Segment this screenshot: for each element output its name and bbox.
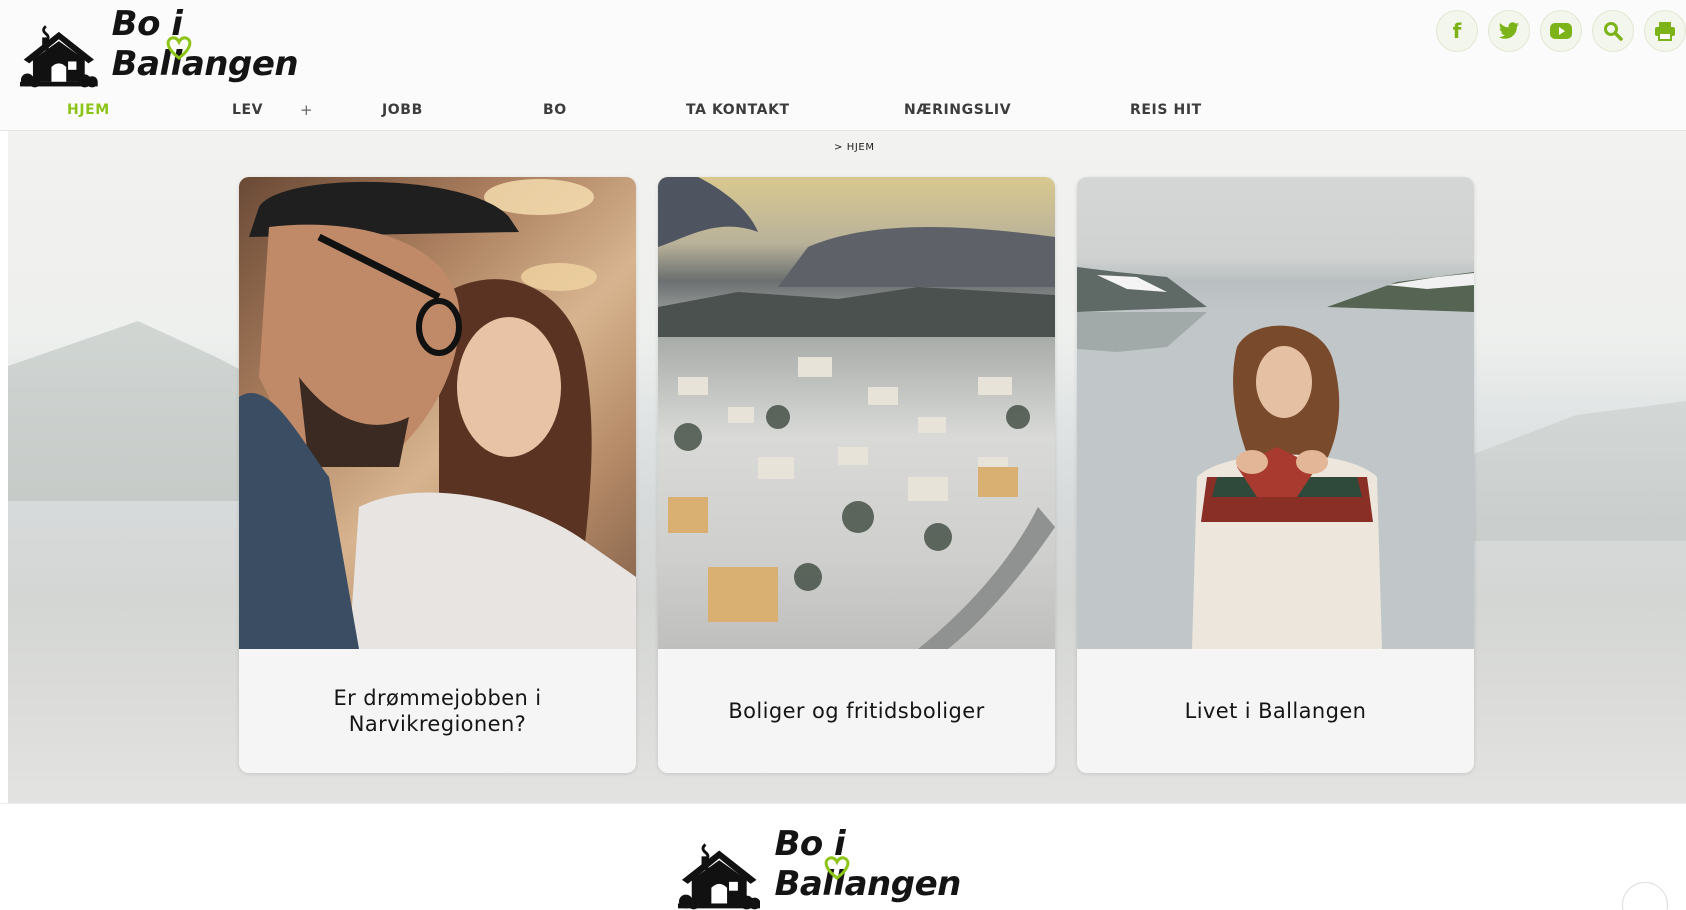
logo-text: Bo i Ballangen bbox=[111, 4, 299, 84]
breadcrumb[interactable]: > HJEM bbox=[834, 142, 875, 153]
nav-item-ta-kontakt[interactable]: TA KONTAKT bbox=[686, 102, 790, 118]
card-caption: Er drømmejobben i Narvikregionen? bbox=[239, 649, 636, 773]
nav-item-reis-hit[interactable]: REIS HIT bbox=[1130, 102, 1202, 118]
card-image bbox=[658, 177, 1055, 649]
site-logo[interactable]: Bo i Ballangen bbox=[20, 4, 360, 90]
footer-logo-text: Bo i Ballangen bbox=[774, 824, 961, 904]
background-mountain bbox=[1466, 401, 1686, 541]
youtube-icon[interactable] bbox=[1540, 10, 1582, 52]
twitter-icon[interactable] bbox=[1488, 10, 1530, 52]
card-caption: Livet i Ballangen bbox=[1077, 649, 1474, 773]
house-icon bbox=[20, 25, 98, 88]
background-mountain bbox=[8, 321, 268, 501]
site-header: Bo i Ballangen f HJEM LEV + JOBB BO TA K… bbox=[0, 0, 1686, 131]
facebook-icon[interactable]: f bbox=[1436, 10, 1478, 52]
house-icon bbox=[678, 843, 761, 910]
card-image bbox=[1077, 177, 1474, 649]
main-nav: HJEM LEV + JOBB BO TA KONTAKT NÆRINGSLIV… bbox=[0, 101, 1686, 126]
card-job[interactable]: Er drømmejobben i Narvikregionen? bbox=[239, 177, 636, 773]
print-icon[interactable] bbox=[1644, 10, 1686, 52]
nav-item-lev[interactable]: LEV bbox=[232, 102, 263, 118]
nav-expand-lev[interactable]: + bbox=[300, 101, 313, 119]
card-housing[interactable]: Boliger og fritidsboliger bbox=[658, 177, 1055, 773]
card-life[interactable]: Livet i Ballangen bbox=[1077, 177, 1474, 773]
hero-section: > HJEM Er drømmejobben i Narvikregionen?… bbox=[8, 131, 1686, 803]
social-links: f bbox=[1436, 10, 1686, 52]
search-icon[interactable] bbox=[1592, 10, 1634, 52]
heart-icon bbox=[824, 856, 850, 880]
scroll-top-button[interactable] bbox=[1622, 882, 1668, 910]
site-footer: Bo i Ballangen bbox=[0, 803, 1686, 910]
footer-logo[interactable]: Bo i Ballangen bbox=[678, 824, 1038, 910]
heart-icon bbox=[166, 36, 192, 60]
card-caption: Boliger og fritidsboliger bbox=[658, 649, 1055, 773]
nav-item-hjem[interactable]: HJEM bbox=[67, 102, 110, 118]
card-image bbox=[239, 177, 636, 649]
nav-item-jobb[interactable]: JOBB bbox=[382, 102, 423, 118]
nav-item-bo[interactable]: BO bbox=[543, 102, 567, 118]
nav-item-naeringsliv[interactable]: NÆRINGSLIV bbox=[904, 102, 1011, 118]
